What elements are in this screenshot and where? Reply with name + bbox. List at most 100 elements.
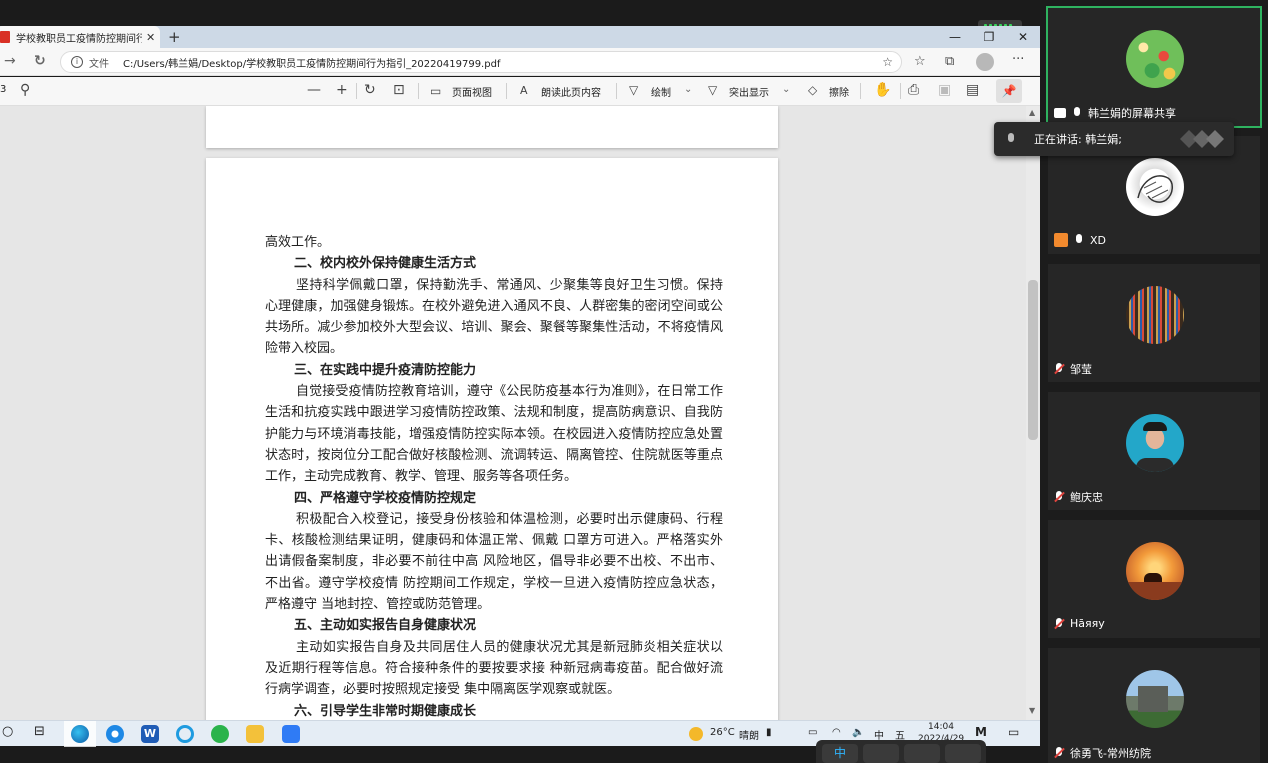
mic-muted-icon: [1054, 363, 1064, 375]
vertical-scrollbar[interactable]: ▲ ▼: [1026, 106, 1040, 720]
search-circle-icon[interactable]: ○: [2, 724, 13, 739]
speaking-indicator: 正在讲话: 韩兰娟;: [994, 122, 1234, 156]
clock-time[interactable]: 14:04: [928, 722, 954, 732]
wifi-icon[interactable]: ◠: [832, 727, 841, 738]
info-icon[interactable]: i: [71, 56, 83, 68]
close-tab-icon[interactable]: ✕: [146, 31, 155, 44]
volume-icon[interactable]: 🔈: [852, 727, 864, 738]
ime-skin-button[interactable]: [904, 744, 940, 763]
ime-punct-button[interactable]: [863, 744, 899, 763]
paragraph: 高效工作。: [265, 235, 331, 250]
user-badge-icon: [1054, 233, 1068, 247]
avatar: [1126, 286, 1184, 344]
section-heading: 二、校内校外保持健康生活方式: [294, 256, 477, 272]
meeting-app-icon[interactable]: [282, 725, 300, 743]
scrollbar-thumb[interactable]: [1028, 280, 1038, 440]
participant-name-row: Hāяяу: [1054, 617, 1105, 630]
search-icon[interactable]: ⚲: [20, 82, 30, 98]
search-app-icon[interactable]: [176, 725, 194, 743]
url-text[interactable]: C:/Users/韩兰娟/Desktop/学校教职员工疫情防控期间行为指引_20…: [123, 55, 500, 70]
eraser-icon: ◇: [808, 83, 818, 97]
save-icon[interactable]: ▣: [938, 82, 951, 98]
pen-icon[interactable]: ▮: [766, 727, 772, 738]
participant-name: 邹莹: [1070, 363, 1092, 376]
pin-toolbar-icon[interactable]: 📌: [996, 79, 1022, 103]
participant-name: 鲍庆忠: [1070, 491, 1103, 504]
task-view-icon[interactable]: ⊟: [34, 724, 45, 739]
mic-icon: [1006, 133, 1016, 145]
pdf-icon: [0, 31, 10, 43]
pdf-viewport[interactable]: 高效工作。二、校内校外保持健康生活方式坚持科学佩戴口罩，保持勤洗手、常通风、少聚…: [0, 106, 1040, 720]
mic-icon: [1072, 107, 1082, 119]
save-as-icon[interactable]: ▤: [966, 82, 979, 98]
browser-tab-strip: 学校教职员工疫情防控期间行为指引_20220419799.pdf ✕ + — ❐…: [0, 26, 1040, 48]
pdf-toolbar: 3 ⚲ — + ↻ ⊡ ▭ 页面视图 A 朗读此页内容 ▽ 绘制 ⌄ ▽ 突出显…: [0, 77, 1040, 106]
highlight-button[interactable]: 突出显示: [729, 84, 769, 99]
ime-tools-button[interactable]: [945, 744, 981, 763]
rotate-icon[interactable]: ↻: [364, 82, 376, 98]
highlight-icon: ▽: [708, 83, 718, 97]
participant-tile[interactable]: 徐勇飞-常州纺院: [1048, 648, 1260, 763]
weather-sun-icon: [689, 727, 703, 741]
draw-icon: ▽: [629, 83, 639, 97]
zoom-out-button[interactable]: —: [307, 82, 321, 98]
paragraph: 自觉接受疫情防控教育培训，遵守《公民防疫基本行为准则》，在日常工作生活和抗疫实践…: [265, 384, 723, 485]
restore-button[interactable]: ❐: [972, 30, 1006, 44]
draw-dropdown-icon[interactable]: ⌄: [684, 84, 692, 95]
participant-tile[interactable]: 韩兰娟的屏幕共享: [1046, 6, 1262, 128]
erase-button[interactable]: 擦除: [829, 84, 849, 99]
participant-name: XD: [1090, 233, 1107, 247]
word-icon[interactable]: W: [141, 725, 159, 743]
add-favorite-icon[interactable]: ☆: [882, 55, 893, 69]
notifications-icon[interactable]: ▭: [1008, 725, 1019, 739]
avatar: [1126, 670, 1184, 728]
avatar: [1126, 414, 1184, 472]
browser-tab-active[interactable]: 学校教职员工疫情防控期间行为指引_20220419799.pdf ✕: [0, 26, 160, 48]
participant-name-row: XD: [1054, 233, 1106, 247]
weather-desc[interactable]: 晴朗: [739, 727, 759, 742]
draw-button[interactable]: 绘制: [651, 84, 671, 99]
scroll-down-icon[interactable]: ▼: [1029, 706, 1035, 715]
close-window-button[interactable]: ✕: [1006, 30, 1040, 44]
minimize-button[interactable]: —: [938, 30, 972, 44]
ime-chinese-button[interactable]: 中: [822, 744, 858, 763]
zoom-in-button[interactable]: +: [336, 82, 348, 98]
touch-icon: ✋: [874, 82, 892, 98]
highlight-dropdown-icon[interactable]: ⌄: [782, 84, 790, 95]
network-icon[interactable]: ▭: [808, 727, 817, 738]
scroll-up-icon[interactable]: ▲: [1029, 108, 1035, 117]
print-icon[interactable]: ⎙: [908, 82, 919, 98]
avatar: [1126, 158, 1184, 216]
avatar: [1126, 542, 1184, 600]
address-input[interactable]: i 文件 C:/Users/韩兰娟/Desktop/学校教职员工疫情防控期间行为…: [60, 51, 902, 73]
collections-icon[interactable]: ⧉: [945, 54, 954, 69]
settings-menu-icon[interactable]: ···: [1012, 52, 1024, 67]
forward-icon[interactable]: →: [4, 53, 16, 69]
folder-icon[interactable]: [246, 725, 264, 743]
notification-app-icon[interactable]: M: [975, 725, 987, 739]
participant-tile[interactable]: Hāяяу: [1048, 520, 1260, 638]
profile-avatar[interactable]: [976, 53, 994, 71]
mic-muted-icon: [1054, 491, 1064, 503]
reload-icon[interactable]: ↻: [34, 53, 46, 69]
participant-tile[interactable]: 鲍庆忠: [1048, 392, 1260, 510]
page-view-button[interactable]: 页面视图: [452, 84, 492, 99]
read-aloud-button[interactable]: 朗读此页内容: [541, 84, 601, 99]
participant-name: Hāяяу: [1070, 617, 1105, 630]
favorites-icon[interactable]: ☆: [914, 54, 926, 69]
wechat-icon[interactable]: [211, 725, 229, 743]
participant-tile[interactable]: 邹莹: [1048, 264, 1260, 382]
pdf-page: 高效工作。二、校内校外保持健康生活方式坚持科学佩戴口罩，保持勤洗手、常通风、少聚…: [206, 158, 778, 720]
fit-page-icon[interactable]: ⊡: [393, 82, 405, 98]
weather-temp[interactable]: 26°C: [710, 727, 735, 738]
participant-name: 徐勇飞-常州纺院: [1070, 747, 1151, 760]
participant-name-row: 韩兰娟的屏幕共享: [1054, 105, 1176, 121]
paragraph: 坚持科学佩戴口罩，保持勤洗手、常通风、少聚集等良好卫生习惯。保持心理健康，加强健…: [265, 277, 723, 357]
new-tab-button[interactable]: +: [168, 28, 181, 46]
speaking-label: 正在讲话: 韩兰娟;: [1034, 133, 1122, 146]
page-number-fragment: 3: [0, 84, 7, 95]
avatar: [1126, 30, 1184, 88]
edge-icon[interactable]: [71, 725, 89, 743]
browser-icon[interactable]: [106, 725, 124, 743]
mic-icon: [1074, 234, 1084, 246]
